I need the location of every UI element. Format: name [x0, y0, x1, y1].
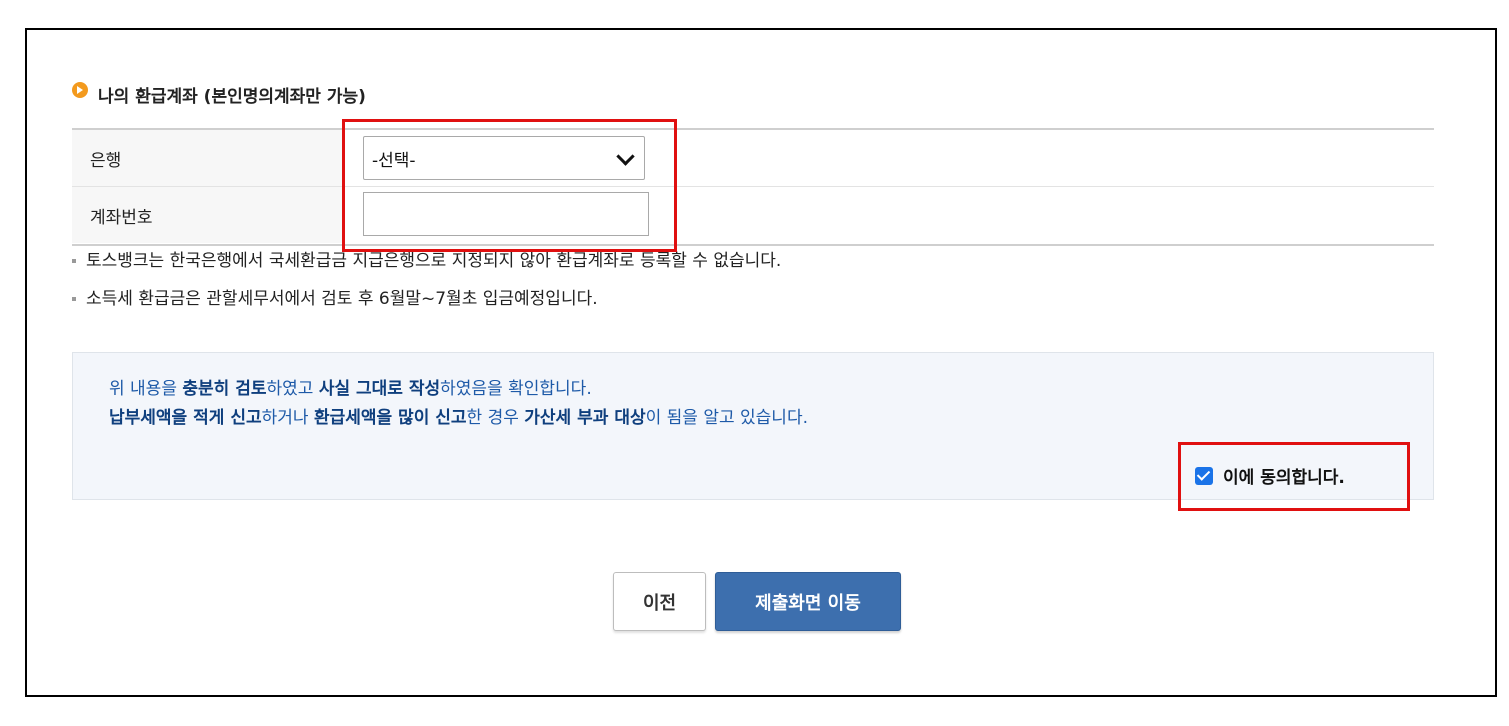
confirm-segment: 위 내용을: [109, 379, 183, 399]
refund-account-form: 은행 -선택- 계좌번호: [72, 128, 1434, 246]
confirm-segment-bold: 환급세액을 많이 신고: [313, 408, 467, 428]
confirmation-line-1: 위 내용을 충분히 검토하였고 사실 그대로 작성하였음을 확인합니다.: [109, 375, 808, 404]
confirm-segment-bold: 충분히 검토: [182, 379, 267, 399]
confirm-segment-bold: 납부세액을 적게 신고: [109, 408, 262, 428]
confirm-segment: 하였고: [266, 379, 319, 399]
confirm-segment: 이 됨을 알고 있습니다.: [645, 408, 808, 428]
account-label: 계좌번호: [72, 187, 344, 243]
bank-select[interactable]: -선택-: [363, 136, 645, 180]
confirm-segment-bold: 사실 그대로 작성: [318, 379, 441, 399]
notes-list: 토스뱅크는 한국은행에서 국세환급금 지급은행으로 지정되지 않아 환급계좌로 …: [72, 248, 781, 324]
agree-checkbox-row[interactable]: 이에 동의합니다.: [1195, 463, 1345, 488]
section-title-text: 나의 환급계좌 (본인명의계좌만 가능): [98, 86, 366, 107]
note-item: 소득세 환급금은 관할세무서에서 검토 후 6월말~7월초 입금예정입니다.: [72, 286, 781, 324]
bank-select-value: -선택-: [372, 150, 416, 171]
confirm-segment: 하거나: [261, 408, 314, 428]
account-number-input[interactable]: [363, 192, 649, 236]
agree-label[interactable]: 이에 동의합니다.: [1223, 463, 1345, 488]
confirm-segment: 한 경우: [466, 408, 525, 428]
confirm-segment-bold: 가산세 부과 대상: [524, 408, 646, 428]
bank-label: 은행: [72, 130, 344, 186]
confirmation-text: 위 내용을 충분히 검토하였고 사실 그대로 작성하였음을 확인합니다. 납부세…: [109, 375, 808, 433]
agree-checkbox[interactable]: [1195, 466, 1213, 485]
account-row: 계좌번호: [72, 187, 1434, 243]
section-title: 나의 환급계좌 (본인명의계좌만 가능): [72, 82, 366, 107]
confirmation-line-2: 납부세액을 적게 신고하거나 환급세액을 많이 신고한 경우 가산세 부과 대상…: [109, 404, 808, 433]
confirmation-box: 위 내용을 충분히 검토하였고 사실 그대로 작성하였음을 확인합니다. 납부세…: [72, 352, 1434, 500]
note-item: 토스뱅크는 한국은행에서 국세환급금 지급은행으로 지정되지 않아 환급계좌로 …: [72, 248, 781, 286]
orange-circle-arrow-icon: [72, 82, 88, 98]
prev-button[interactable]: 이전: [613, 572, 706, 631]
bank-row: 은행 -선택-: [72, 130, 1434, 187]
confirm-segment: 하였음을 확인합니다.: [440, 379, 592, 399]
chevron-down-icon: [616, 147, 635, 166]
submit-screen-button[interactable]: 제출화면 이동: [715, 572, 901, 631]
